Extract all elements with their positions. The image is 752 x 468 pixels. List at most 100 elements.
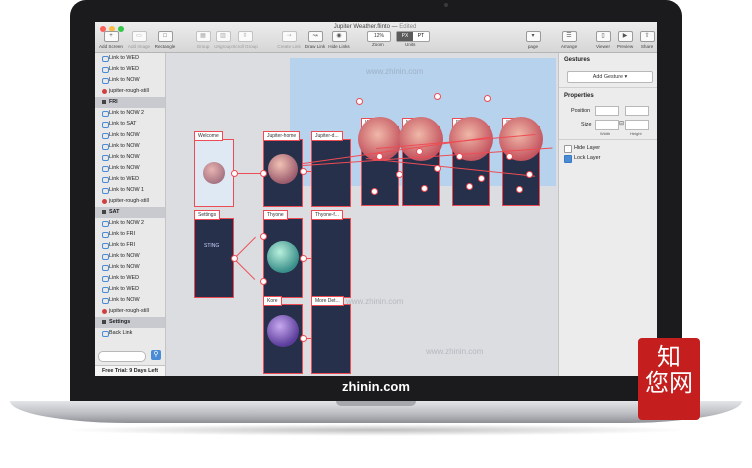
- search-input[interactable]: [98, 351, 146, 362]
- layer-link[interactable]: Back Link: [95, 328, 165, 339]
- link-handle[interactable]: [466, 183, 473, 190]
- screen-jupiter-d[interactable]: Jupiter-d...: [311, 131, 351, 207]
- link-handle[interactable]: [396, 171, 403, 178]
- plus-icon: +: [103, 31, 119, 42]
- screen-sat[interactable]: SAT: [499, 117, 543, 206]
- link-handle[interactable]: [376, 153, 383, 160]
- laptop-shadow: [60, 424, 692, 436]
- design-canvas[interactable]: Welcome Jupiter-home Jupiter-d... WOW NO…: [166, 53, 557, 376]
- layer-image[interactable]: jupiter-rough-still: [95, 196, 165, 207]
- link-handle[interactable]: [300, 335, 307, 342]
- layer-link[interactable]: Link to NOW: [95, 75, 165, 86]
- image-icon: [102, 309, 107, 314]
- position-y-field[interactable]: [625, 106, 649, 116]
- link-handle[interactable]: [526, 171, 533, 178]
- rectangle-icon: □: [157, 31, 173, 42]
- zoom-select[interactable]: 12%: [367, 31, 391, 42]
- page-menu-button[interactable]: ▾ page: [517, 31, 549, 49]
- layer-link[interactable]: Link to NOW 1: [95, 185, 165, 196]
- layer-link[interactable]: Link to FRI: [95, 240, 165, 251]
- screen-settings[interactable]: Settings STING: [194, 210, 234, 298]
- screen-more-det[interactable]: More Det...: [311, 296, 351, 374]
- link-handle[interactable]: [260, 170, 267, 177]
- layer-group[interactable]: Settings: [95, 317, 165, 328]
- layer-label: jupiter-rough-still: [109, 308, 149, 314]
- filter-button[interactable]: ⚲: [151, 350, 161, 360]
- screen-wow[interactable]: WOW: [358, 117, 402, 206]
- link-handle[interactable]: [456, 153, 463, 160]
- width-field[interactable]: [595, 120, 619, 130]
- group-icon: [102, 100, 106, 104]
- link-handle[interactable]: [356, 98, 363, 105]
- screen-title: Jupiter-d...: [311, 131, 343, 141]
- link-handle[interactable]: [260, 233, 267, 240]
- scroll-group-button[interactable]: ⇳ Scroll Group: [229, 31, 261, 49]
- layer-link[interactable]: Link to NOW: [95, 295, 165, 306]
- link-handle[interactable]: [478, 175, 485, 182]
- link-handle[interactable]: [300, 255, 307, 262]
- layer-image[interactable]: jupiter-rough-still: [95, 306, 165, 317]
- layer-label: Link to NOW 2: [109, 110, 145, 116]
- arrange-button[interactable]: ☰ Arrange: [553, 31, 585, 49]
- layer-link[interactable]: Link to FRI: [95, 229, 165, 240]
- layer-group[interactable]: SAT: [95, 207, 165, 218]
- layer-label: Link to NOW: [109, 154, 140, 160]
- link-handle[interactable]: [231, 170, 238, 177]
- height-field[interactable]: [625, 120, 649, 130]
- layer-link[interactable]: Link to NOW: [95, 262, 165, 273]
- add-gesture-button[interactable]: Add Gesture ▾: [567, 71, 653, 83]
- units-px-option[interactable]: PX: [397, 32, 413, 41]
- hide-links-button[interactable]: ◉ Hide Links: [323, 31, 355, 49]
- link-handle[interactable]: [434, 93, 441, 100]
- layer-link[interactable]: Link to NOW 2: [95, 108, 165, 119]
- arrange-icon: ☰: [561, 31, 577, 42]
- layer-link[interactable]: Link to WED: [95, 284, 165, 295]
- rectangle-button[interactable]: □ Rectangle: [149, 31, 181, 49]
- screen-welcome[interactable]: Welcome: [194, 131, 234, 207]
- link-handle[interactable]: [371, 188, 378, 195]
- link-handle[interactable]: [416, 148, 423, 155]
- screen-thyone[interactable]: Thyone: [263, 210, 303, 298]
- layer-link[interactable]: Link to NOW: [95, 152, 165, 163]
- screen-thyone-f[interactable]: Thyone-f...: [311, 210, 351, 298]
- units-toggle[interactable]: PX PT: [396, 31, 430, 42]
- position-x-field[interactable]: [595, 106, 619, 116]
- layer-link[interactable]: Link to WED: [95, 64, 165, 75]
- layer-link[interactable]: Link to NOW: [95, 251, 165, 262]
- layer-label: Link to NOW: [109, 143, 140, 149]
- layer-link[interactable]: Link to NOW: [95, 163, 165, 174]
- trial-banner[interactable]: Free Trial: 9 Days Left: [95, 365, 165, 376]
- units-pt-option[interactable]: PT: [413, 32, 429, 41]
- link-handle[interactable]: [421, 185, 428, 192]
- layer-link[interactable]: Link to SAT: [95, 119, 165, 130]
- link-handle[interactable]: [300, 168, 307, 175]
- link-handle[interactable]: [260, 278, 267, 285]
- link-handle[interactable]: [434, 165, 441, 172]
- size-label: Size: [581, 122, 592, 128]
- link-handle[interactable]: [484, 95, 491, 102]
- screen-kore[interactable]: Kore: [263, 296, 303, 374]
- lock-layer-checkbox[interactable]: [564, 155, 572, 163]
- layer-link[interactable]: Link to NOW 2: [95, 218, 165, 229]
- width-label: Width: [600, 131, 611, 136]
- scroll-group-icon: ⇳: [237, 31, 253, 42]
- share-button[interactable]: ⇧ Share: [631, 31, 657, 49]
- lock-ratio-icon[interactable]: ⊟: [619, 120, 624, 127]
- layer-link[interactable]: Link to WED: [95, 174, 165, 185]
- layer-label: Link to WED: [109, 286, 139, 292]
- link-handle[interactable]: [231, 255, 238, 262]
- link-handle[interactable]: [516, 186, 523, 193]
- link-handle[interactable]: [506, 153, 513, 160]
- screen-jupiter-home[interactable]: Jupiter-home: [263, 131, 303, 207]
- layer-link[interactable]: Link to WED: [95, 273, 165, 284]
- hide-layer-checkbox[interactable]: [564, 145, 572, 153]
- link-icon: [102, 166, 109, 172]
- screen-title: Settings: [194, 210, 221, 220]
- seal-logo: 知您网: [638, 338, 700, 420]
- layer-link[interactable]: Link to WED: [95, 53, 165, 64]
- layer-link[interactable]: Link to NOW: [95, 141, 165, 152]
- zoom-label: Zoom: [372, 42, 384, 47]
- layer-link[interactable]: Link to NOW: [95, 130, 165, 141]
- layer-image[interactable]: jupiter-rough-still: [95, 86, 165, 97]
- layer-group[interactable]: FRI: [95, 97, 165, 108]
